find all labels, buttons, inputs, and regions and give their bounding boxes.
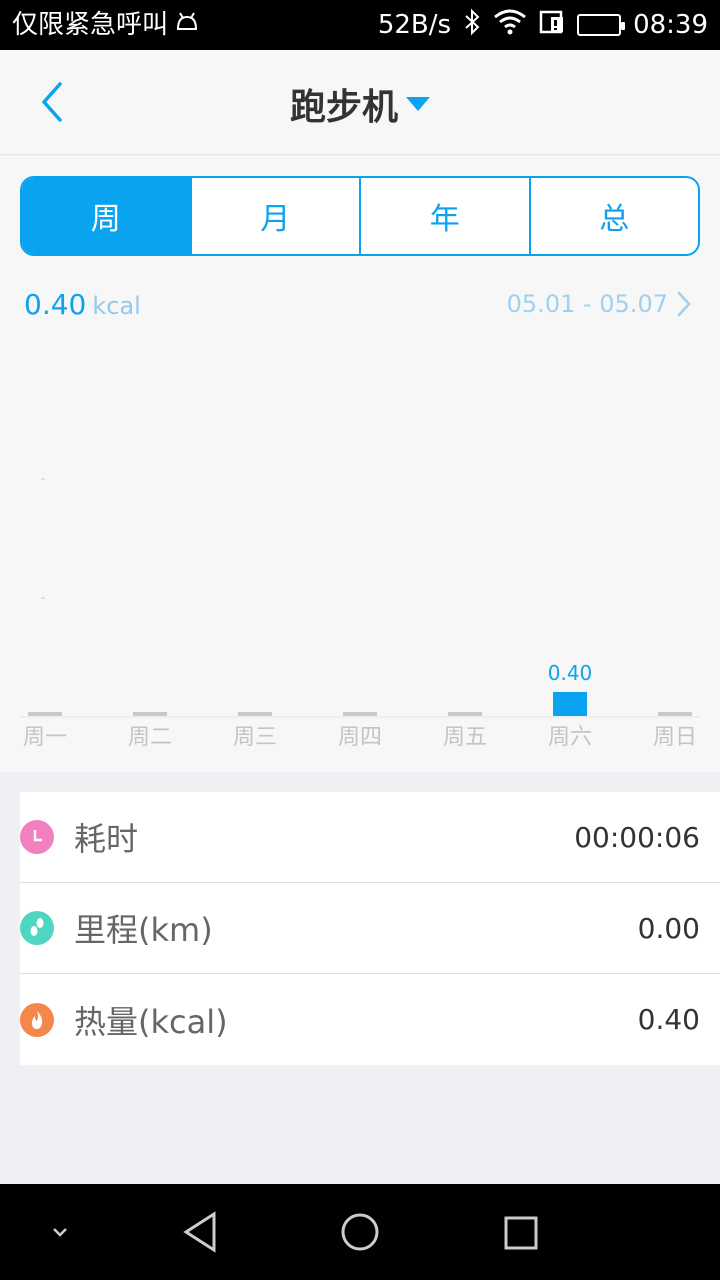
tab-month[interactable]: 月 bbox=[189, 178, 360, 254]
stat-label: 里程(km) bbox=[74, 911, 213, 949]
bar-6 bbox=[553, 692, 587, 716]
bluetooth-icon bbox=[463, 8, 481, 43]
bar-5 bbox=[448, 712, 482, 716]
stat-row-duration: 耗时 00:00:06 bbox=[20, 792, 720, 883]
footprint-icon bbox=[20, 911, 54, 945]
tab-week[interactable]: 周 bbox=[22, 178, 190, 254]
android-icon bbox=[174, 8, 200, 42]
system-nav-bar bbox=[0, 1184, 720, 1280]
summary-value: 0.40 bbox=[24, 288, 87, 321]
stat-value: 0.00 bbox=[637, 911, 700, 945]
bar-1 bbox=[28, 712, 62, 716]
stat-value: 0.40 bbox=[637, 1003, 700, 1036]
x-tick-label: 周四 bbox=[338, 725, 382, 750]
summary-unit: kcal bbox=[92, 292, 141, 320]
tab-year[interactable]: 年 bbox=[359, 178, 529, 254]
chevron-right-icon bbox=[677, 291, 691, 317]
bar-4 bbox=[343, 712, 377, 716]
flame-icon bbox=[20, 1002, 54, 1037]
clock-time: 08:39 bbox=[633, 10, 708, 40]
chevron-down-icon bbox=[53, 1228, 67, 1237]
clock-icon bbox=[20, 820, 54, 854]
circle-home-icon bbox=[341, 1213, 379, 1251]
carrier-text: 仅限紧急呼叫 bbox=[12, 10, 169, 40]
x-tick-label: 周日 bbox=[653, 725, 697, 750]
header-bar: 跑步机 bbox=[0, 50, 720, 155]
dropdown-caret-icon bbox=[406, 97, 430, 111]
x-tick-label: 周三 bbox=[233, 725, 277, 750]
x-tick-label: 周二 bbox=[128, 725, 172, 750]
period-tabs: 周 月 年 总 bbox=[20, 176, 700, 256]
bar-3 bbox=[238, 712, 272, 716]
triangle-back-icon bbox=[183, 1211, 216, 1253]
status-bar: 仅限紧急呼叫 52B/s 08:39 bbox=[0, 0, 720, 50]
nav-home-button[interactable] bbox=[336, 1208, 384, 1256]
nav-recents-button[interactable] bbox=[496, 1208, 544, 1256]
network-speed: 52B/s bbox=[377, 10, 452, 40]
x-tick-label: 周五 bbox=[443, 725, 487, 750]
bar-data-label: 0.40 bbox=[548, 661, 593, 685]
bar-2 bbox=[133, 712, 167, 716]
device-selector[interactable]: 跑步机 bbox=[0, 78, 720, 130]
sim-icon bbox=[539, 9, 565, 42]
weekly-bar-chart: 周一 周二 周三 周四 周五 0.40 周六 周日 bbox=[20, 478, 700, 750]
stat-label: 耗时 bbox=[74, 820, 139, 858]
tab-total[interactable]: 总 bbox=[528, 178, 699, 254]
bar-7 bbox=[658, 712, 692, 716]
summary-total: 0.40 kcal bbox=[24, 288, 141, 321]
date-range-nav[interactable]: 05.01 - 05.07 bbox=[507, 290, 692, 318]
stats-list: 耗时 00:00:06 里程(km) 0.00 热量(kcal) 0.40 bbox=[20, 792, 720, 1065]
date-range-text: 05.01 - 05.07 bbox=[506, 290, 668, 318]
nav-back-button[interactable] bbox=[176, 1208, 224, 1256]
chart-panel: 周 月 年 总 0.40 kcal 05.01 - 05.07 周一 周二 周三 周四… bbox=[0, 156, 720, 772]
battery-icon bbox=[577, 14, 626, 36]
stat-row-calories: 热量(kcal) 0.40 bbox=[20, 974, 720, 1065]
stat-label: 热量(kcal) bbox=[74, 1002, 228, 1041]
x-tick-label: 周一 bbox=[23, 725, 67, 750]
wifi-icon bbox=[493, 9, 527, 42]
nav-hide-button[interactable] bbox=[36, 1208, 84, 1256]
stat-value: 00:00:06 bbox=[574, 820, 700, 854]
stat-row-distance: 里程(km) 0.00 bbox=[20, 883, 720, 974]
x-tick-label: 周六 bbox=[548, 725, 592, 750]
square-recents-icon bbox=[504, 1216, 538, 1250]
page-title: 跑步机 bbox=[289, 87, 398, 128]
